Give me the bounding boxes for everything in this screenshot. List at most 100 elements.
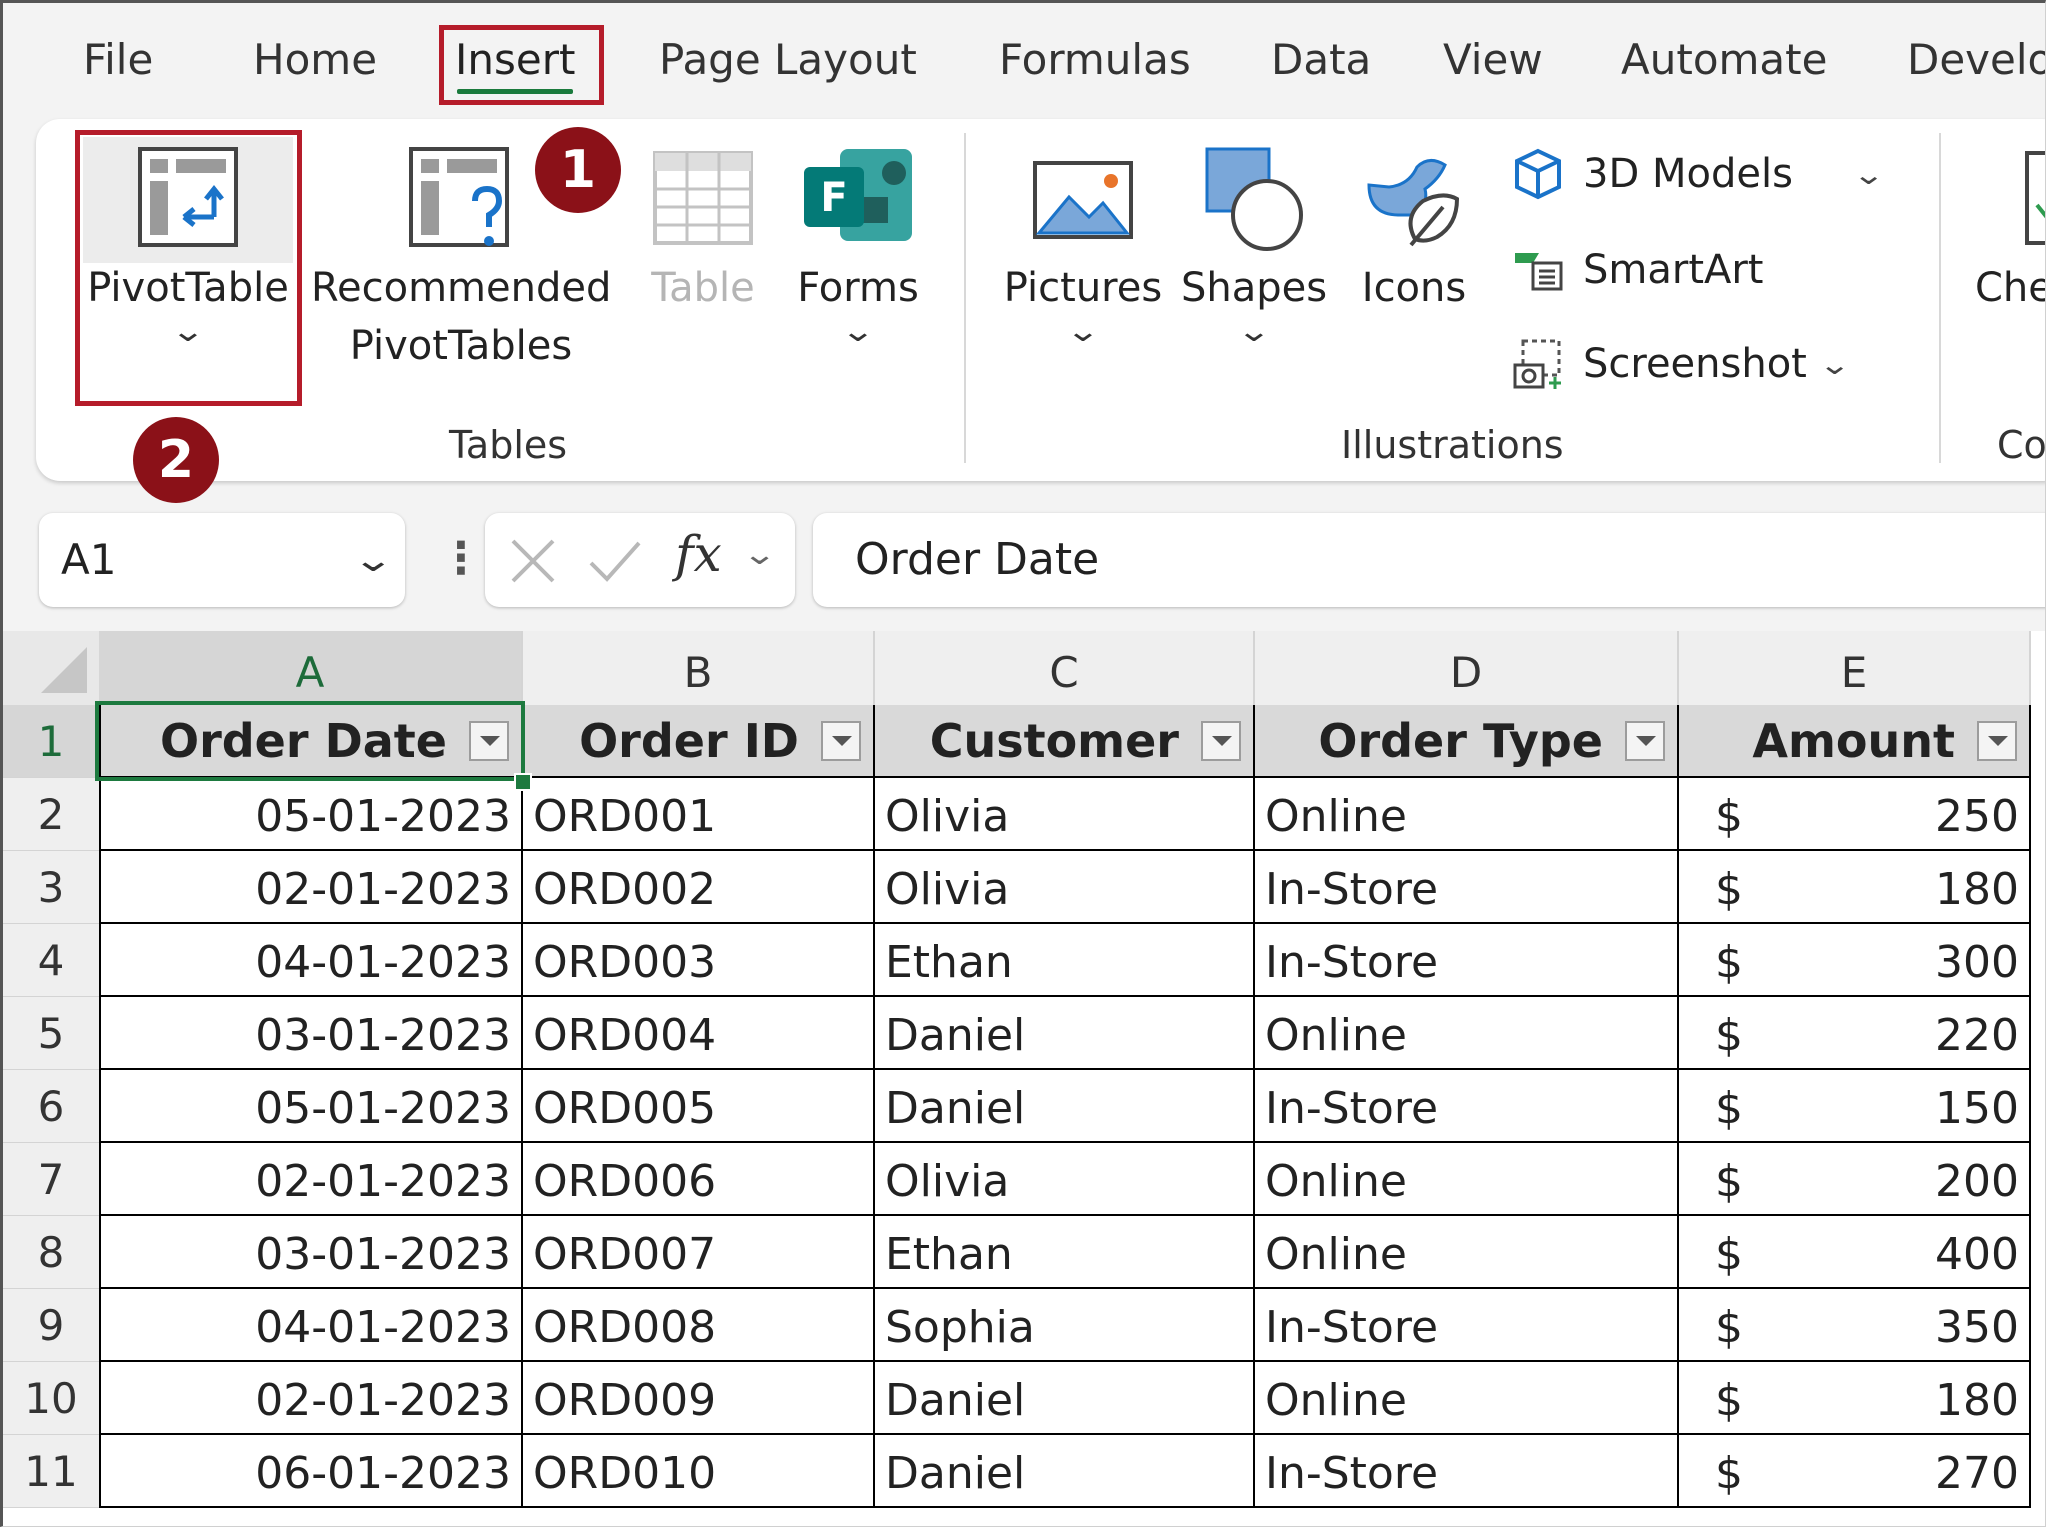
table-cell[interactable]: In-Store (1255, 1435, 1679, 1508)
table-cell[interactable]: 06-01-2023 (99, 1435, 523, 1508)
shapes-button[interactable]: Shapes ⌄ (1179, 145, 1329, 347)
enter-check-icon[interactable] (585, 531, 645, 591)
table-cell[interactable]: In-Store (1255, 924, 1679, 997)
row-header-1[interactable]: 1 (3, 705, 99, 778)
row-header-2[interactable]: 2 (3, 778, 99, 851)
tab-page-layout[interactable]: Page Layout (659, 35, 917, 84)
table-cell[interactable]: $400 (1679, 1216, 2031, 1289)
tab-home[interactable]: Home (253, 35, 377, 84)
table-cell[interactable]: 03-01-2023 (99, 997, 523, 1070)
table-cell[interactable]: $270 (1679, 1435, 2031, 1508)
table-cell[interactable]: Online (1255, 1143, 1679, 1216)
forms-button[interactable]: F Forms ⌄ (793, 145, 923, 347)
smartart-button[interactable]: SmartArt (1511, 243, 1764, 297)
table-cell[interactable]: ORD002 (523, 851, 875, 924)
table-cell[interactable]: 04-01-2023 (99, 924, 523, 997)
row-header-11[interactable]: 11 (3, 1435, 99, 1508)
tab-view[interactable]: View (1443, 35, 1543, 84)
row-header-6[interactable]: 6 (3, 1070, 99, 1143)
tab-data[interactable]: Data (1271, 35, 1371, 84)
table-cell[interactable]: $180 (1679, 851, 2031, 924)
tab-formulas[interactable]: Formulas (999, 35, 1191, 84)
row-header-9[interactable]: 9 (3, 1289, 99, 1362)
table-cell[interactable]: Online (1255, 997, 1679, 1070)
table-cell[interactable]: Olivia (875, 1143, 1255, 1216)
table-cell[interactable]: 02-01-2023 (99, 1143, 523, 1216)
filter-dropdown-icon[interactable] (1201, 721, 1241, 761)
icons-button[interactable]: Icons (1349, 145, 1479, 317)
table-cell[interactable]: Daniel (875, 1070, 1255, 1143)
filter-dropdown-icon[interactable] (821, 721, 861, 761)
table-cell[interactable]: $220 (1679, 997, 2031, 1070)
header-cell[interactable]: Order Type (1255, 705, 1679, 778)
row-header-4[interactable]: 4 (3, 924, 99, 997)
row-header-7[interactable]: 7 (3, 1143, 99, 1216)
table-cell[interactable]: ORD001 (523, 778, 875, 851)
table-cell[interactable]: $350 (1679, 1289, 2031, 1362)
table-cell[interactable]: Olivia (875, 851, 1255, 924)
table-cell[interactable]: 02-01-2023 (99, 1362, 523, 1435)
table-cell[interactable]: Olivia (875, 778, 1255, 851)
table-cell[interactable]: In-Store (1255, 1289, 1679, 1362)
table-cell[interactable]: ORD007 (523, 1216, 875, 1289)
column-header-e[interactable]: E (1679, 631, 2031, 705)
table-cell[interactable]: In-Store (1255, 1070, 1679, 1143)
table-cell[interactable]: 02-01-2023 (99, 851, 523, 924)
filter-dropdown-icon[interactable] (1977, 721, 2017, 761)
table-cell[interactable]: Ethan (875, 1216, 1255, 1289)
table-cell[interactable]: In-Store (1255, 851, 1679, 924)
table-cell[interactable]: 05-01-2023 (99, 1070, 523, 1143)
table-cell[interactable]: Ethan (875, 924, 1255, 997)
table-cell[interactable]: Online (1255, 1362, 1679, 1435)
name-box[interactable]: A1 ⌄ (39, 513, 405, 607)
table-cell[interactable]: 04-01-2023 (99, 1289, 523, 1362)
table-cell[interactable]: Daniel (875, 997, 1255, 1070)
table-cell[interactable]: 05-01-2023 (99, 778, 523, 851)
select-all-corner[interactable] (3, 631, 99, 705)
column-header-a[interactable]: A (99, 631, 523, 705)
screenshot-button[interactable]: Screenshot ⌄ (1511, 337, 1851, 391)
header-cell[interactable]: Amount (1679, 705, 2031, 778)
chevron-down-icon[interactable]: ⌄ (742, 537, 777, 572)
header-cell[interactable]: Order ID (523, 705, 875, 778)
pictures-button[interactable]: Pictures ⌄ (1003, 145, 1163, 347)
table-cell[interactable]: $180 (1679, 1362, 2031, 1435)
table-button[interactable]: Table (643, 145, 763, 317)
insert-function-button[interactable]: fx (675, 525, 722, 583)
tab-file[interactable]: File (83, 35, 153, 84)
cancel-icon[interactable] (503, 531, 563, 591)
table-cell[interactable]: ORD005 (523, 1070, 875, 1143)
3d-models-button[interactable]: 3D Models ⌄ (1511, 147, 1885, 201)
table-cell[interactable]: Daniel (875, 1362, 1255, 1435)
check-accessibility-button[interactable]: Che (1975, 145, 2045, 317)
row-header-8[interactable]: 8 (3, 1216, 99, 1289)
table-cell[interactable]: ORD009 (523, 1362, 875, 1435)
table-cell[interactable]: ORD008 (523, 1289, 875, 1362)
row-header-10[interactable]: 10 (3, 1362, 99, 1435)
column-header-b[interactable]: B (523, 631, 875, 705)
column-header-d[interactable]: D (1255, 631, 1679, 705)
header-cell[interactable]: Customer (875, 705, 1255, 778)
table-cell[interactable]: ORD010 (523, 1435, 875, 1508)
table-cell[interactable]: Online (1255, 778, 1679, 851)
table-cell[interactable]: ORD003 (523, 924, 875, 997)
row-header-3[interactable]: 3 (3, 851, 99, 924)
filter-dropdown-icon[interactable] (1625, 721, 1665, 761)
table-cell[interactable]: ORD004 (523, 997, 875, 1070)
formula-input[interactable]: Order Date (813, 513, 2045, 607)
table-cell[interactable]: Online (1255, 1216, 1679, 1289)
table-cell[interactable]: 03-01-2023 (99, 1216, 523, 1289)
more-options-icon[interactable]: ⋮ (439, 533, 483, 584)
fill-handle[interactable] (514, 773, 532, 791)
table-cell[interactable]: Daniel (875, 1435, 1255, 1508)
column-header-c[interactable]: C (875, 631, 1255, 705)
row-header-5[interactable]: 5 (3, 997, 99, 1070)
table-cell[interactable]: $200 (1679, 1143, 2031, 1216)
table-cell[interactable]: $150 (1679, 1070, 2031, 1143)
table-cell[interactable]: $250 (1679, 778, 2031, 851)
table-cell[interactable]: ORD006 (523, 1143, 875, 1216)
tab-automate[interactable]: Automate (1621, 35, 1827, 84)
table-cell[interactable]: Sophia (875, 1289, 1255, 1362)
table-cell[interactable]: $300 (1679, 924, 2031, 997)
tab-developer[interactable]: Develo (1907, 35, 2045, 84)
